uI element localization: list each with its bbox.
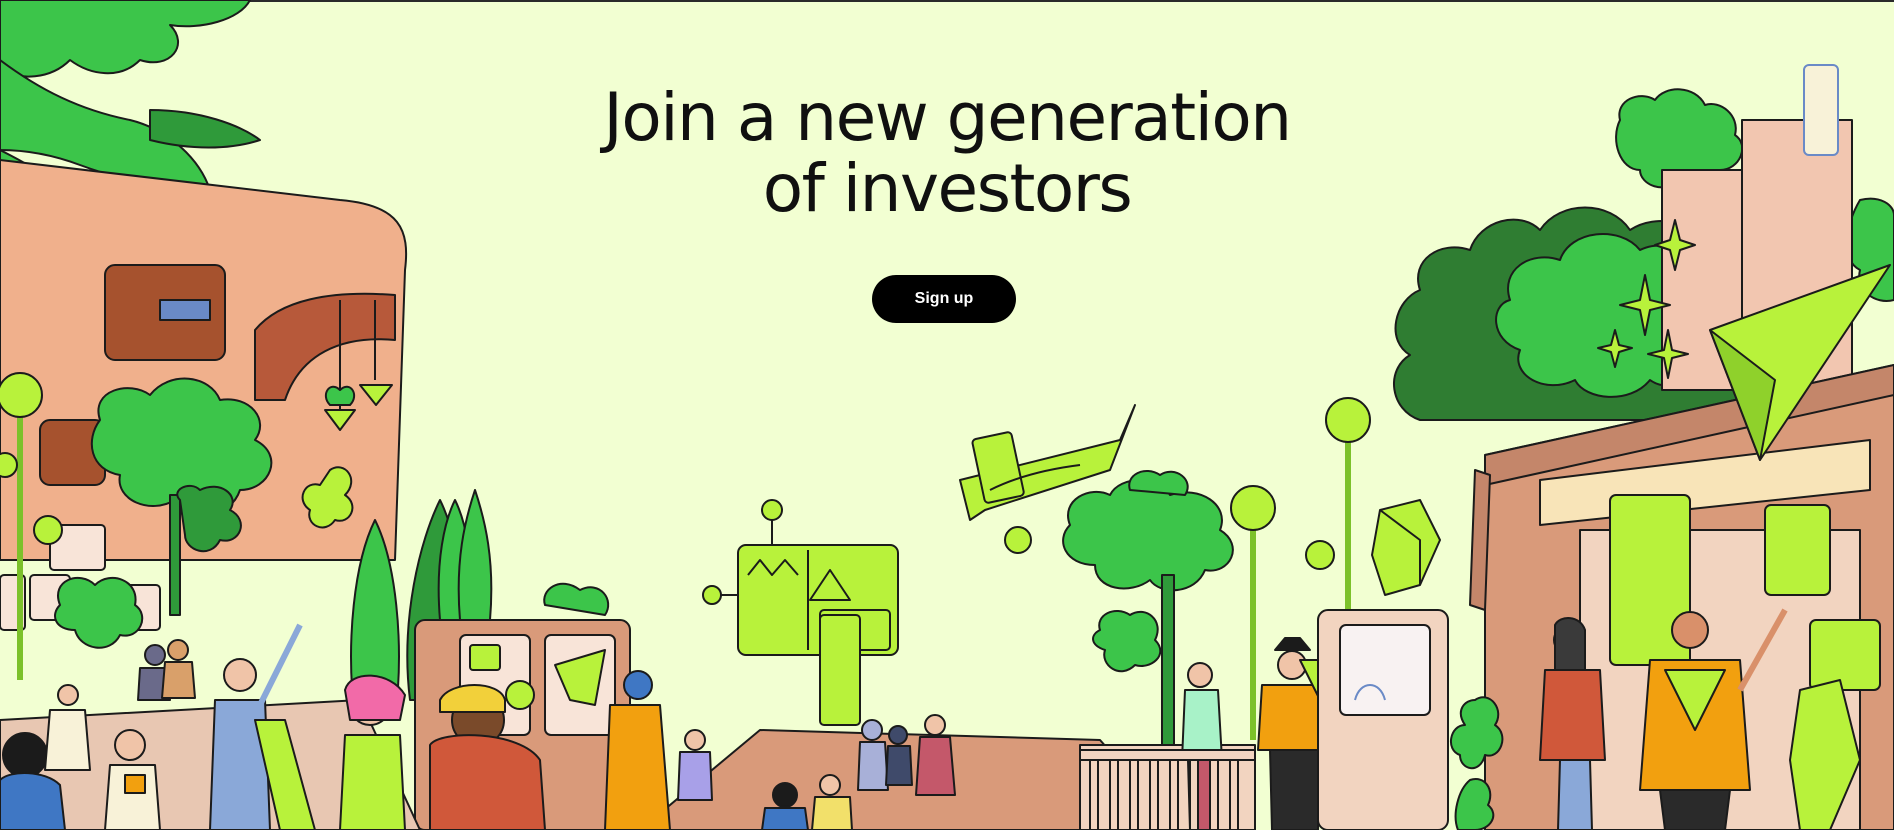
floating-gem <box>1371 499 1441 596</box>
hero-section: Join a new generation of investors Sign … <box>0 0 1894 830</box>
hero-headline-line-1: Join a new generation <box>603 79 1292 156</box>
center-screen <box>702 499 899 726</box>
sign-up-button[interactable]: Sign up <box>872 275 1016 323</box>
hero-headline-line-2: of investors <box>762 150 1133 227</box>
hero-headline: Join a new generation of investors <box>0 82 1894 224</box>
right-kiosk <box>1317 609 1449 830</box>
